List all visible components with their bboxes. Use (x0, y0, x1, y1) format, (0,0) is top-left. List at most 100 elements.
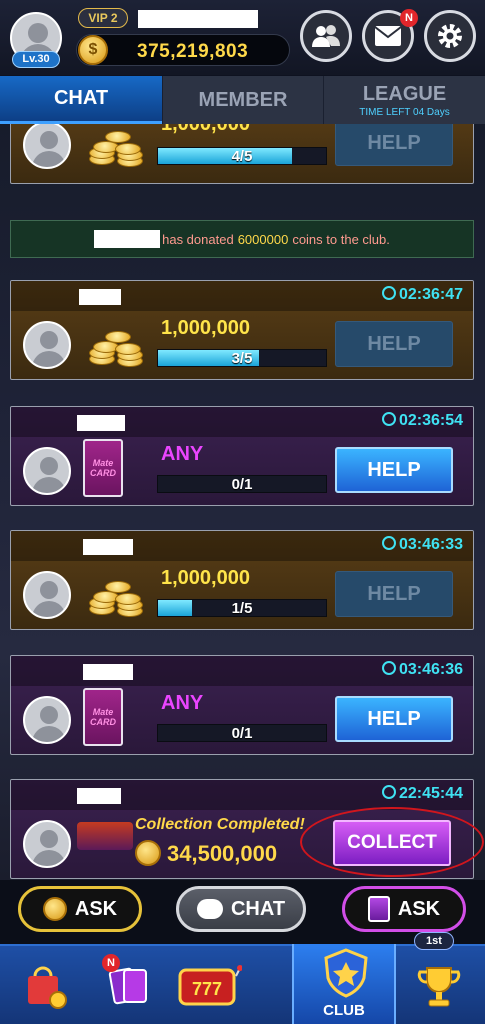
trophy-icon (417, 967, 461, 1007)
request-timer: 03:46:33 (381, 536, 463, 554)
collection-status: Collection Completed! (135, 816, 305, 833)
mail-icon (374, 26, 402, 46)
nav-club[interactable]: CLUB (292, 944, 396, 1024)
tab-member[interactable]: MEMBER (163, 76, 323, 124)
request-progress: 0/1 (157, 475, 327, 493)
request-progress: 1/5 (157, 599, 327, 617)
request-item: ANY (161, 443, 204, 465)
card-header: 03:46:36 (11, 656, 473, 686)
help-button[interactable]: HELP (335, 696, 453, 742)
notice-amount: 6000000 (237, 231, 289, 247)
request-item: ANY (161, 692, 204, 714)
request-progress: 3/5 (157, 349, 327, 367)
nav-ranking[interactable] (400, 952, 478, 1020)
progress-text: 3/5 (231, 350, 253, 367)
friends-icon (312, 25, 340, 47)
card-header: 02:36:47 (11, 281, 473, 311)
vip-badge[interactable]: VIP 2 (78, 8, 128, 28)
highlight-circle (300, 807, 484, 877)
friends-button[interactable] (300, 10, 352, 62)
notice-post: coins to the club. (292, 231, 390, 247)
donation-notice: has donated 6000000 coins to the club. (10, 220, 474, 258)
card-header: 03:46:33 (11, 531, 473, 561)
help-button[interactable]: HELP (335, 124, 453, 166)
nav-slots[interactable]: 777 (170, 952, 248, 1020)
progress-text: 0/1 (231, 476, 253, 493)
request-progress: 0/1 (157, 724, 327, 742)
help-button[interactable]: HELP (335, 447, 453, 493)
coin-icon (135, 840, 161, 866)
member-avatar[interactable] (23, 124, 71, 169)
coin-balance[interactable]: $ 375,219,803 (76, 34, 290, 66)
card-request-card: 03:46:36 Mate CARD ANY 0/1 HELP (10, 655, 474, 755)
ask-coins-button[interactable]: ASK (18, 886, 142, 932)
request-amount: 1,000,000 (161, 124, 250, 135)
progress-text: 0/1 (231, 725, 253, 742)
clock-icon (381, 412, 396, 426)
ask-card-label: ASK (397, 897, 441, 920)
slot-machine-icon: 777 (178, 965, 242, 1006)
member-avatar[interactable] (23, 447, 71, 495)
request-timer: 22:45:44 (381, 785, 463, 803)
card-header: 02:36:54 (11, 407, 473, 437)
clock-icon (381, 286, 396, 300)
mate-card-icon: Mate CARD (83, 688, 123, 746)
tab-member-label: MEMBER (198, 88, 288, 111)
svg-text:777: 777 (192, 979, 222, 999)
club-tabs: CHAT MEMBER LEAGUE TIME LEFT 04 Days (0, 76, 485, 124)
shopping-bag-icon (28, 966, 67, 1009)
member-name-redacted (83, 664, 133, 680)
collection-total: 34,500,000 (135, 840, 277, 867)
request-timer: 02:36:54 (381, 412, 463, 430)
rank-badge: 1st (414, 932, 454, 950)
coin-request-card: 1,000,000 4/5 HELP (10, 124, 474, 184)
nav-shop[interactable] (6, 952, 84, 1020)
member-name-redacted (77, 788, 121, 804)
settings-button[interactable] (424, 10, 476, 62)
member-avatar[interactable] (23, 820, 71, 868)
request-progress: 4/5 (157, 147, 327, 165)
chat-button[interactable]: CHAT (176, 886, 306, 932)
coin-stack-icon (83, 124, 149, 171)
tab-chat-label: CHAT (53, 87, 109, 109)
mate-card-icon: Mate CARD (83, 439, 123, 497)
request-amount: 1,000,000 (161, 567, 250, 589)
chat-feed[interactable]: 1,000,000 4/5 HELP has donated 6000000 c… (0, 124, 485, 880)
card-request-card: 02:36:54 Mate CARD ANY 0/1 HELP (10, 406, 474, 506)
chat-bubble-icon (196, 899, 223, 919)
request-timer-value: 22:45:44 (398, 785, 463, 802)
clock-icon (381, 785, 396, 799)
help-button[interactable]: HELP (335, 571, 453, 617)
request-timer-value: 02:36:54 (398, 412, 463, 429)
request-timer-value: 03:46:36 (398, 661, 463, 678)
top-bar: Lv.30 VIP 2 $ 375,219,803 N (0, 0, 485, 75)
card-icon (367, 896, 390, 922)
notice-pre: has donated (162, 231, 234, 247)
level-badge: Lv.30 (12, 51, 60, 68)
bottom-nav: N 777 CLUB 1st (0, 932, 485, 1024)
progress-text: 4/5 (231, 148, 253, 165)
card-header: 22:45:44 (11, 780, 473, 810)
clock-icon (381, 661, 396, 675)
member-name-redacted (77, 415, 125, 431)
coin-stack-icon (83, 317, 149, 371)
help-button[interactable]: HELP (335, 321, 453, 367)
coin-request-card: 02:36:47 1,000,000 3/5 HELP (10, 280, 474, 380)
member-avatar[interactable] (23, 696, 71, 744)
action-bar: ASK CHAT ASK (0, 880, 485, 944)
ask-card-button[interactable]: ASK (342, 886, 466, 932)
mail-new-badge: N (400, 9, 418, 27)
gear-icon (438, 24, 462, 48)
tab-chat[interactable]: CHAT (0, 76, 162, 124)
coin-balance-value: 375,219,803 (137, 41, 249, 62)
ask-coins-label: ASK (74, 897, 118, 920)
request-timer-value: 02:36:47 (398, 286, 463, 303)
clock-icon (381, 536, 396, 550)
collection-emblem-icon (77, 822, 133, 850)
tab-league[interactable]: LEAGUE TIME LEFT 04 Days (324, 76, 485, 124)
league-time-left: TIME LEFT 04 Days (359, 106, 450, 118)
member-avatar[interactable] (23, 321, 71, 369)
coin-icon: $ (78, 35, 108, 65)
member-name-redacted (83, 539, 133, 555)
member-avatar[interactable] (23, 571, 71, 619)
